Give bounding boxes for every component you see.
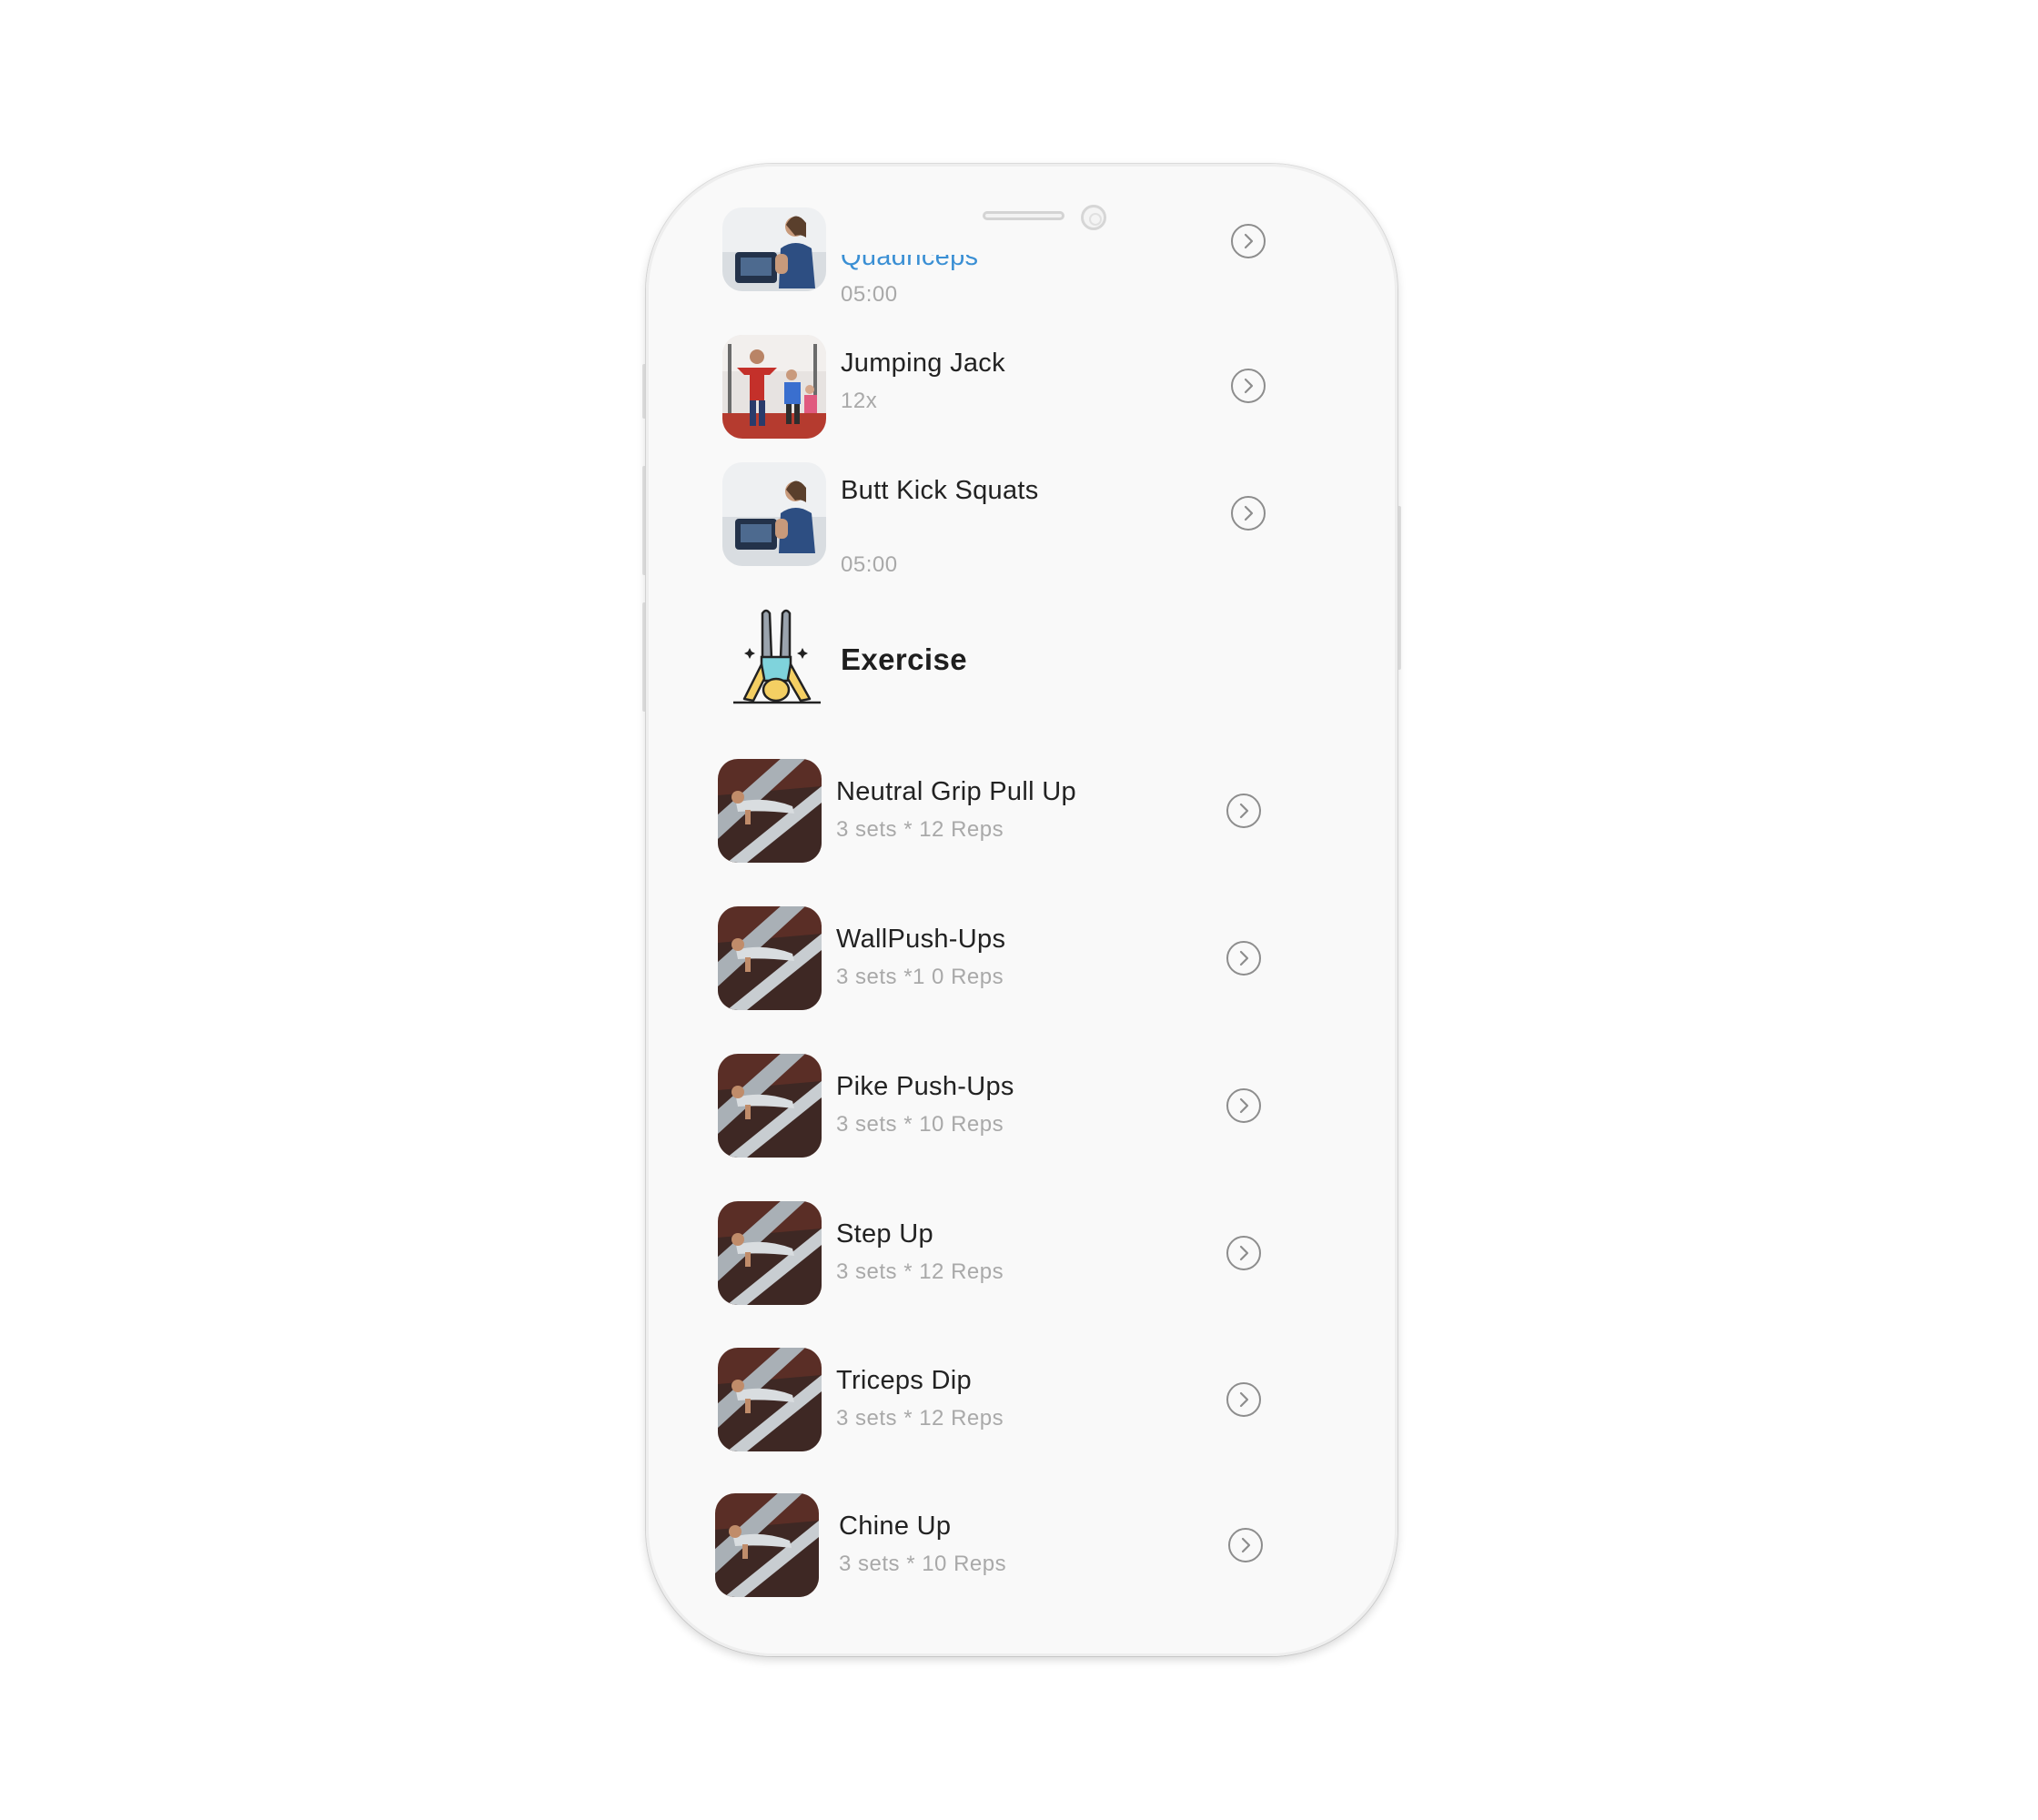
pushup-man-image [718, 759, 822, 863]
item-subtitle: 05:00 [841, 282, 898, 307]
gym-people-image [722, 335, 826, 439]
shoulder-stand-person-icon [731, 606, 822, 706]
exercise-section-header: Exercise [646, 606, 1397, 715]
chevron-right-circle-icon[interactable] [1226, 1382, 1261, 1417]
exercise-subtitle: 3 sets * 12 Reps [836, 1259, 1004, 1284]
screen: Quadriceps 05:00 Jumping Jack 12x Butt K… [0, 0, 2038, 1820]
list-item[interactable]: WallPush-Ups 3 sets *1 0 Reps [646, 906, 1397, 1025]
item-subtitle: 12x [841, 389, 878, 413]
phone-speaker [983, 211, 1064, 220]
exercise-subtitle: 3 sets * 12 Reps [836, 817, 1004, 842]
exercise-title: Chine Up [839, 1512, 952, 1541]
list-item[interactable]: Butt Kick Squats 05:00 [646, 460, 1397, 587]
pushup-man-image [718, 1054, 822, 1158]
pushup-man-image [718, 1201, 822, 1305]
chevron-right-circle-icon[interactable] [1226, 1088, 1261, 1123]
chevron-right-circle-icon[interactable] [1231, 224, 1266, 258]
chevron-right-circle-icon[interactable] [1226, 1236, 1261, 1270]
exercise-subtitle: 3 sets * 10 Reps [839, 1552, 1007, 1576]
item-title: Quadriceps [841, 242, 979, 271]
chevron-right-circle-icon[interactable] [1231, 496, 1266, 531]
exercise-subtitle: 3 sets *1 0 Reps [836, 965, 1004, 989]
item-subtitle: 05:00 [841, 552, 898, 577]
list-item[interactable]: Step Up 3 sets * 12 Reps [646, 1201, 1397, 1320]
list-item[interactable]: Neutral Grip Pull Up 3 sets * 12 Reps [646, 759, 1397, 877]
list-item[interactable]: Quadriceps 05:00 [646, 164, 1397, 309]
treadmill-woman-image [722, 462, 826, 566]
pushup-man-image [718, 906, 822, 1010]
phone-camera-icon [1081, 205, 1106, 230]
list-item[interactable]: Jumping Jack 12x [646, 332, 1397, 450]
treadmill-woman-image [722, 207, 826, 291]
pushup-man-image [715, 1493, 819, 1597]
exercise-title: Triceps Dip [836, 1366, 972, 1395]
exercise-subtitle: 3 sets * 10 Reps [836, 1112, 1004, 1137]
exercise-title: Pike Push-Ups [836, 1072, 1014, 1101]
item-title: Butt Kick Squats [841, 476, 1039, 505]
chevron-right-circle-icon[interactable] [1226, 941, 1261, 976]
section-title: Exercise [841, 642, 967, 676]
exercise-subtitle: 3 sets * 12 Reps [836, 1406, 1004, 1431]
phone-frame: Quadriceps 05:00 Jumping Jack 12x Butt K… [646, 164, 1397, 1656]
list-item[interactable]: Triceps Dip 3 sets * 12 Reps [646, 1348, 1397, 1466]
chevron-right-circle-icon[interactable] [1231, 369, 1266, 403]
workout-list[interactable]: Quadriceps 05:00 Jumping Jack 12x Butt K… [646, 164, 1397, 1656]
list-item[interactable]: Pike Push-Ups 3 sets * 10 Reps [646, 1054, 1397, 1172]
list-item[interactable]: Chine Up 3 sets * 10 Reps [646, 1493, 1397, 1612]
exercise-title: WallPush-Ups [836, 925, 1006, 954]
item-title: Jumping Jack [841, 349, 1005, 378]
exercise-title: Neutral Grip Pull Up [836, 777, 1076, 806]
exercise-title: Step Up [836, 1219, 933, 1249]
chevron-right-circle-icon[interactable] [1228, 1528, 1263, 1562]
pushup-man-image [718, 1348, 822, 1451]
chevron-right-circle-icon[interactable] [1226, 794, 1261, 828]
